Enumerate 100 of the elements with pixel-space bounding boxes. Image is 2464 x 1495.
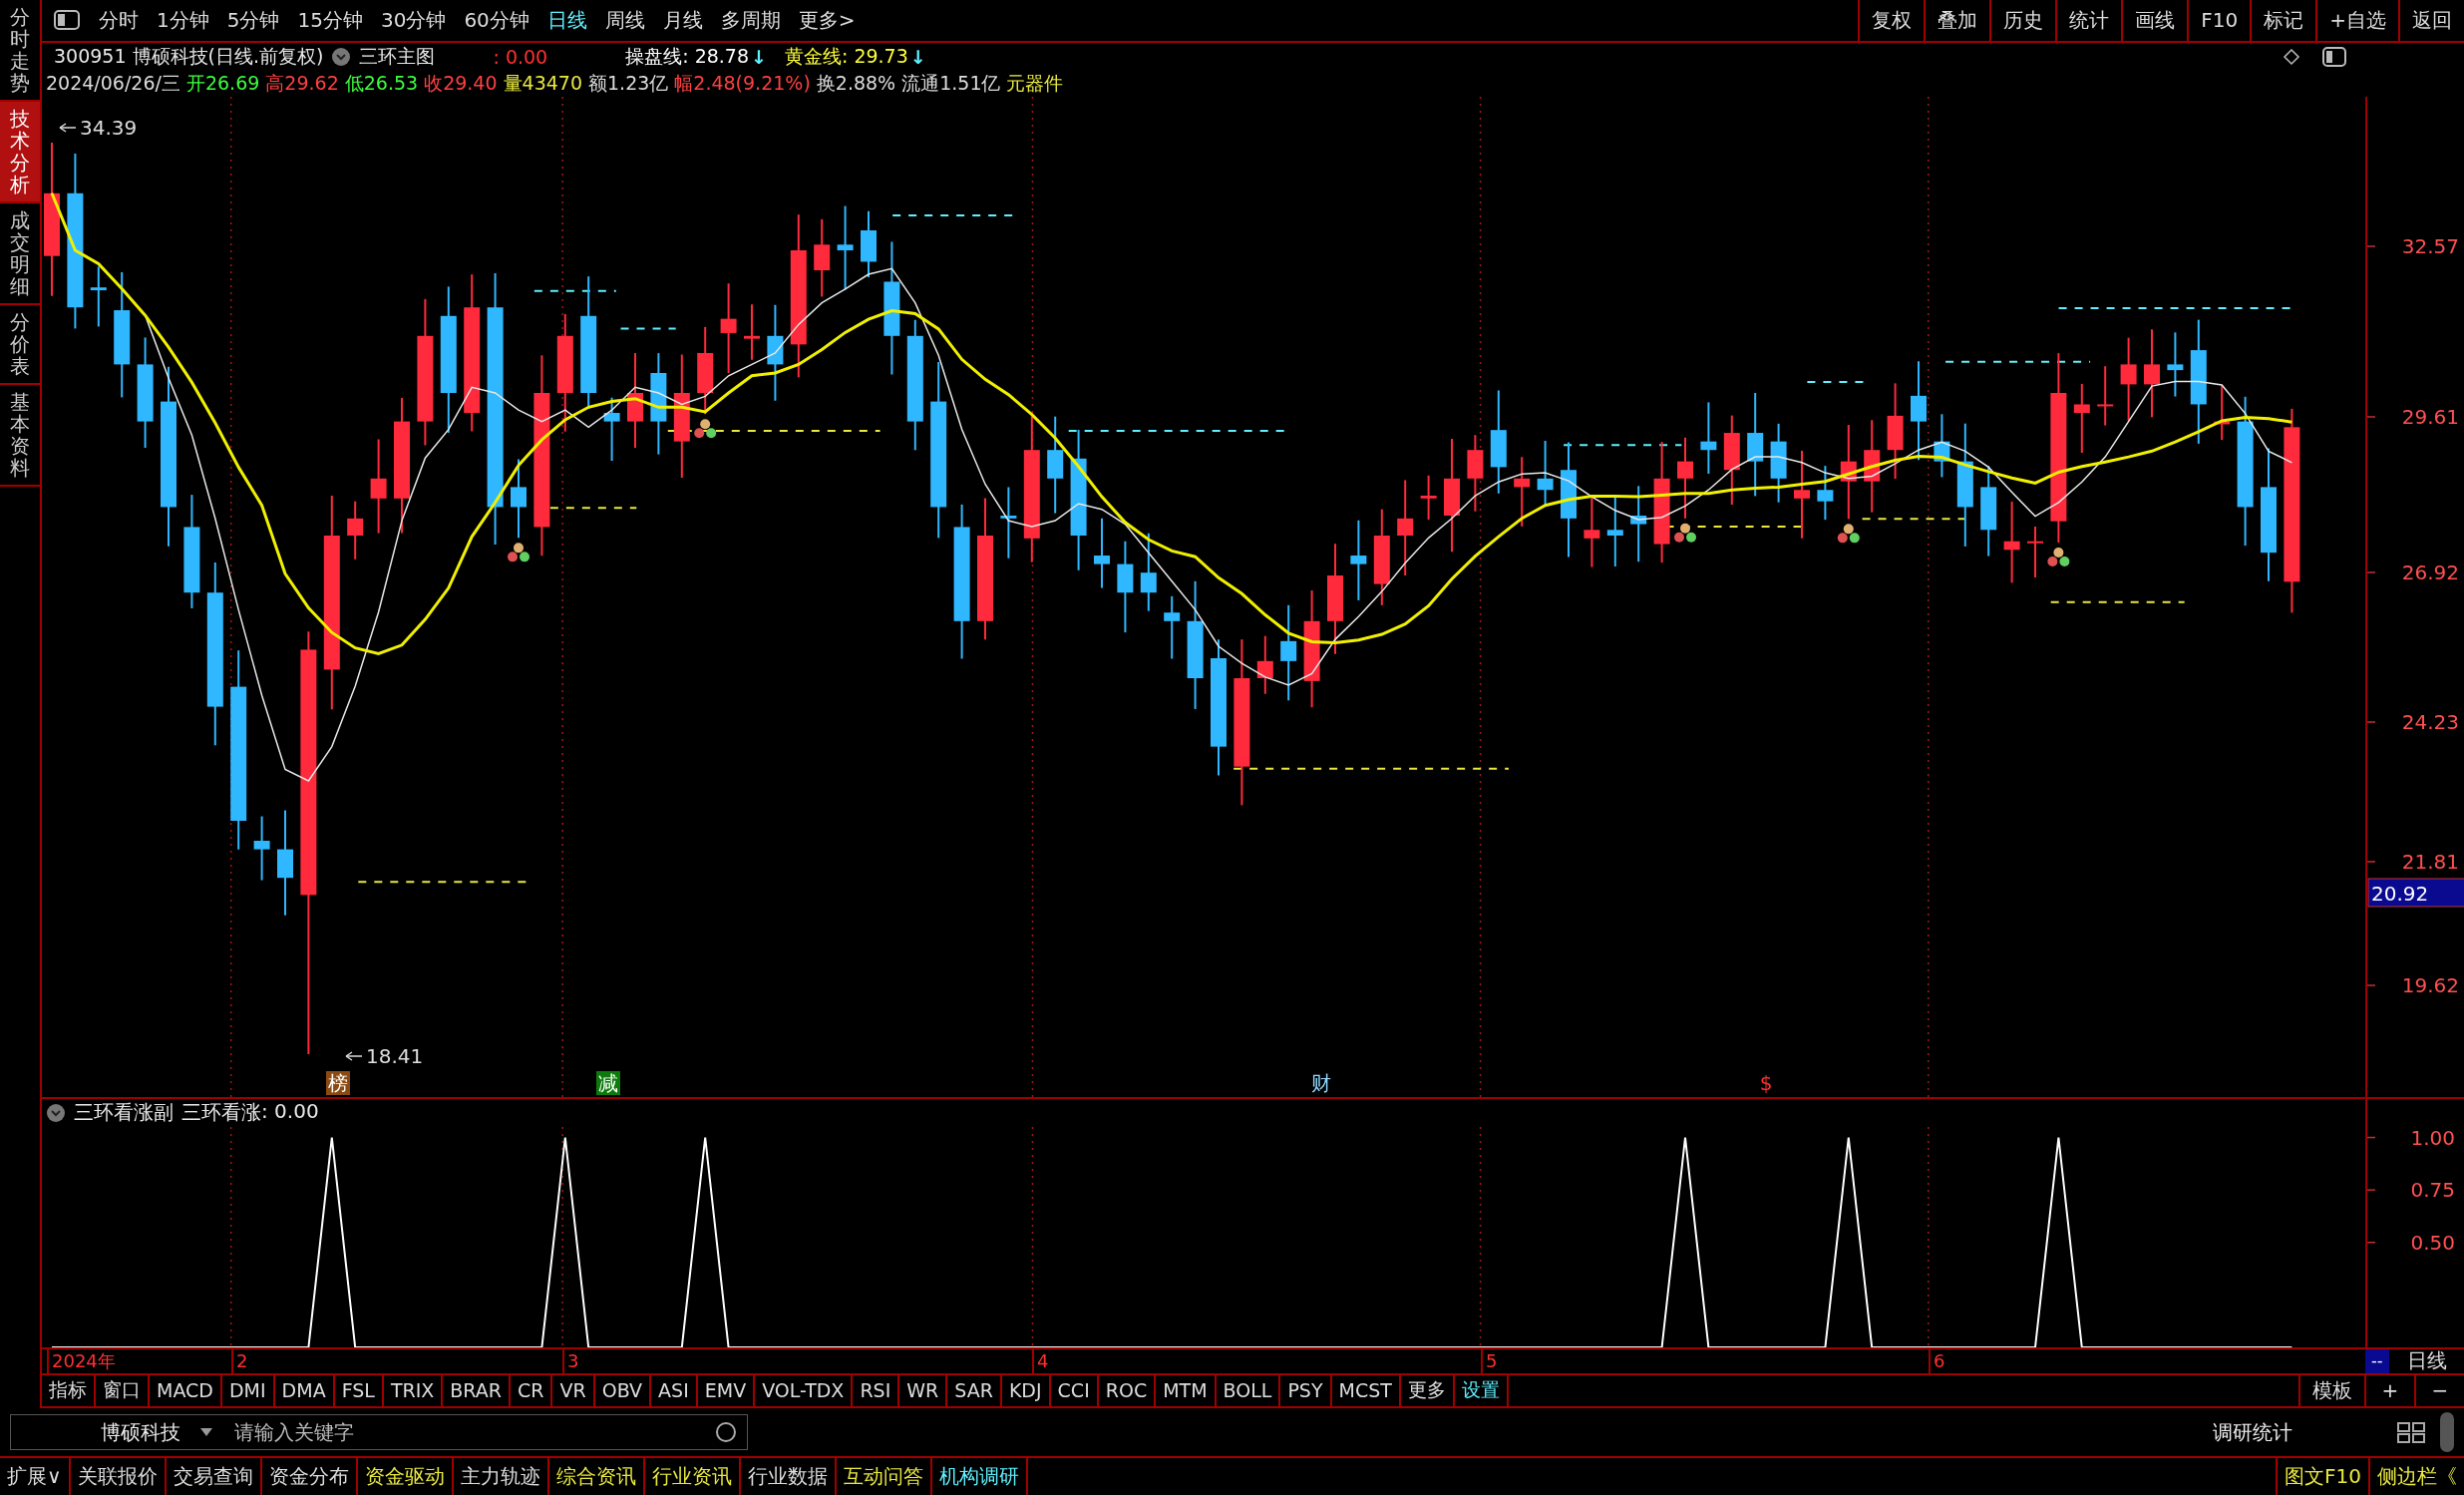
indicator-tab[interactable]: DMA [274,1375,335,1406]
bottom-tab[interactable]: 行业数据 [740,1458,837,1495]
signal-balls-icon [694,419,717,439]
bottom-tab[interactable]: 侧边栏《 [2368,1458,2464,1495]
diamond-icon[interactable] [2283,47,2300,66]
candlestick [1537,439,1554,507]
indicator-tab[interactable]: 指标 [42,1375,96,1406]
bottom-tab[interactable]: 图文F10 [2278,1458,2368,1495]
event-marker[interactable]: 减 [596,1071,620,1095]
period-tab[interactable]: 多周期 [711,0,790,41]
indicator-tab[interactable]: BRAR [443,1375,511,1406]
candlestick [2214,384,2231,442]
candlestick [744,303,760,361]
period-tab[interactable]: 5分钟 [217,0,289,41]
indicator-tab[interactable]: CR [511,1375,553,1406]
search-icon[interactable] [715,1421,737,1443]
quote-stat: 换2.88% [816,70,896,96]
period-tab[interactable]: 60分钟 [455,0,538,41]
series-name: 三环看涨 [181,1099,261,1127]
indicator-tab[interactable]: MTM [1156,1375,1217,1406]
period-tab[interactable]: 15分钟 [288,0,372,41]
period-tab[interactable]: 周线 [595,0,654,41]
period-tab[interactable]: 月线 [653,0,712,41]
price-label: 34.39 [80,116,138,140]
event-marker[interactable]: $ [1759,1071,1773,1095]
panel-toggle-icon[interactable] [2322,46,2346,67]
toolbar-button[interactable]: 统计 [2055,0,2122,41]
bottom-tab[interactable]: 扩展∨ [0,1458,71,1495]
indicator-tab[interactable]: ASI [651,1375,698,1406]
bottom-tab[interactable]: 交易查询 [166,1458,262,1495]
leader-line [345,1051,363,1061]
bottom-tab[interactable]: 机构调研 [931,1458,1028,1495]
indicator-tab[interactable]: KDJ [1001,1375,1051,1406]
bottom-tab[interactable]: 行业资讯 [644,1458,741,1495]
bottom-tab[interactable]: 互动问答 [836,1458,932,1495]
bottom-tab[interactable]: 资金驱动 [357,1458,454,1495]
dropdown-icon[interactable] [46,1103,66,1123]
toolbar-button[interactable]: 历史 [1989,0,2056,41]
period-tab[interactable]: 更多> [789,0,865,41]
template-button[interactable]: 模板 [2298,1375,2364,1406]
dropdown-icon[interactable] [331,46,352,67]
date-label: 6 [1929,1349,1945,1373]
indicator-tab[interactable]: SAR [947,1375,1002,1406]
indicator-tab[interactable]: WR [899,1375,948,1406]
toolbar-button[interactable]: F10 [2187,0,2251,41]
panel-toggle-icon[interactable] [54,10,80,31]
period-tab[interactable]: 1分钟 [148,0,218,41]
indicator-tab[interactable]: OBV [594,1375,652,1406]
indicator-tab[interactable]: VOL-TDX [755,1375,854,1406]
indicator-tab[interactable]: 窗口 [96,1375,150,1406]
grid-icon[interactable] [2396,1421,2426,1443]
scrollbar[interactable] [2440,1412,2454,1452]
indicator-tab[interactable]: MACD [150,1375,222,1406]
axis-tick [2366,416,2376,418]
indicator-tab[interactable]: DMI [221,1375,275,1406]
caret-icon[interactable] [198,1426,214,1438]
quote-stat: 额1.23亿 [588,70,669,96]
bottom-tab[interactable]: 关联报价 [70,1458,167,1495]
template-button[interactable]: − [2414,1375,2464,1406]
period-tab[interactable]: 分时 [90,0,148,41]
indicator-tab[interactable]: PSY [1280,1375,1332,1406]
period-tab[interactable]: 日线 [537,0,596,41]
indicator-tab[interactable]: 更多 [1400,1375,1455,1406]
toolbar-button[interactable]: 叠加 [1924,0,1990,41]
event-marker[interactable]: 财 [1311,1071,1331,1095]
bottom-tab[interactable]: 资金分布 [261,1458,358,1495]
search-bar[interactable]: 博硕科技 请输入关键字 [10,1414,748,1450]
indicator-tab[interactable]: ROC [1098,1375,1157,1406]
axis-tick [2367,1189,2376,1191]
toolbar-button[interactable]: +自选 [2315,0,2398,41]
indicator-tab[interactable]: MCST [1331,1375,1401,1406]
indicator-tab[interactable]: EMV [697,1375,756,1406]
indicator-value: : 0.00 [261,1099,319,1126]
axis-label: 32.57 [2401,234,2459,258]
search-field[interactable]: 请输入关键字 [232,1419,697,1445]
period-tab[interactable]: 30分钟 [371,0,456,41]
toolbar-button[interactable]: 画线 [2121,0,2188,41]
event-marker[interactable]: 榜 [326,1071,350,1095]
bottom-tab[interactable]: 主力轨迹 [453,1458,549,1495]
quote-stat: 流通1.51亿 [901,70,1001,96]
toolbar-button[interactable]: 返回 [2398,0,2464,41]
axis-tick [2366,861,2376,863]
bottom-tab[interactable]: 综合资讯 [548,1458,645,1495]
toolbar-button[interactable]: 标记 [2250,0,2316,41]
quote-stat: 开26.69 [185,70,260,96]
indicator-value: : 0.00 [493,45,548,68]
indicator-tab[interactable]: FSL [334,1375,384,1406]
indicator-tab[interactable]: RSI [853,1375,900,1406]
cursor-date-label: -- [2365,1349,2389,1373]
indicator-name: 三环主图 [359,43,436,69]
side-tab[interactable]: 技术分析 [0,102,40,203]
toolbar-button[interactable]: 复权 [1858,0,1925,41]
indicator-tab[interactable]: VR [552,1375,595,1406]
candlestick [1514,456,1531,528]
indicator-tab[interactable]: CCI [1050,1375,1099,1406]
indicator-tab[interactable]: BOLL [1216,1375,1281,1406]
template-button[interactable]: + [2364,1375,2414,1406]
stats-link[interactable]: 调研统计 [2213,1418,2292,1446]
indicator-tab[interactable]: TRIX [383,1375,444,1406]
settings-tab[interactable]: 设置 [1454,1375,1509,1406]
